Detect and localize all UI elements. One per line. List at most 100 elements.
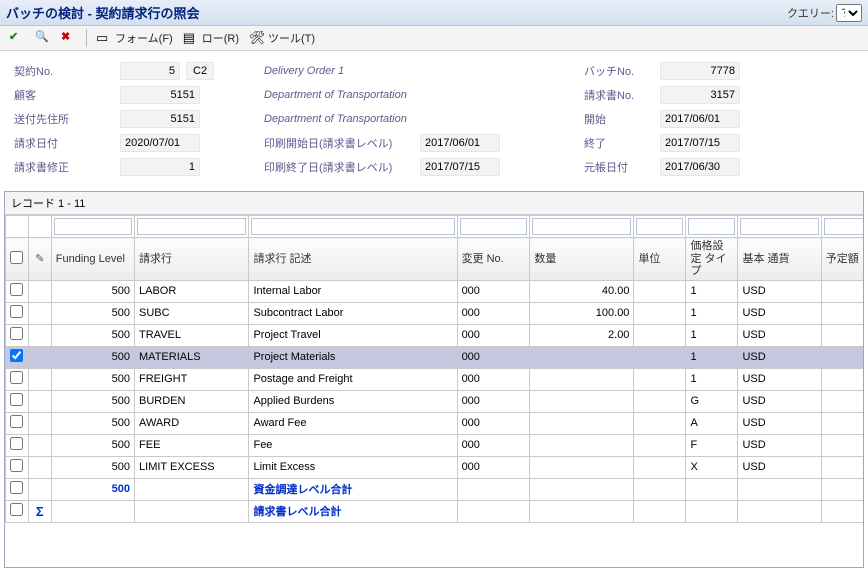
- table-row[interactable]: 500SUBCSubcontract Labor000100.001USD: [6, 302, 864, 324]
- invoice-total-row: Σ請求書レベル合計: [6, 500, 864, 522]
- row-checkbox[interactable]: [10, 349, 23, 362]
- sigma-icon: Σ: [36, 504, 44, 519]
- select-all-checkbox[interactable]: [10, 251, 23, 264]
- row-menu[interactable]: ▤ ロー(R): [180, 29, 242, 47]
- table-row[interactable]: 500FREIGHTPostage and Freight0001USD: [6, 368, 864, 390]
- filter-unit[interactable]: [636, 218, 683, 235]
- filter-qty[interactable]: [532, 218, 631, 235]
- title-bar: バッチの検討 - 契約請求行の照会 クエリー: す: [0, 0, 868, 26]
- cell-amt: [821, 368, 863, 390]
- funding-total-row: 500 資金調達レベル合計: [6, 478, 864, 500]
- cell-unit: [634, 368, 686, 390]
- gl-date-label: 元帳日付: [584, 159, 654, 175]
- table-row[interactable]: 500BURDENApplied Burdens000GUSD: [6, 390, 864, 412]
- cell-line: LIMIT EXCESS: [135, 456, 249, 478]
- row-checkbox[interactable]: [10, 305, 23, 318]
- cell-qty: 2.00: [530, 324, 634, 346]
- form-menu[interactable]: ▭ フォーム(F): [93, 29, 176, 47]
- row-checkbox[interactable]: [10, 371, 23, 384]
- shipto-value[interactable]: 5151: [120, 110, 200, 128]
- table-row[interactable]: 500LABORInternal Labor00040.001USD: [6, 280, 864, 302]
- cell-funding: 500: [51, 346, 134, 368]
- records-bar: レコード 1 - 11: [5, 192, 863, 215]
- contract-tag: C2: [186, 62, 214, 80]
- query-select[interactable]: す: [836, 4, 862, 22]
- gl-date-value[interactable]: 2017/06/30: [660, 158, 740, 176]
- row-checkbox[interactable]: [10, 415, 23, 428]
- filter-funding[interactable]: [54, 218, 132, 235]
- table-row[interactable]: 500LIMIT EXCESSLimit Excess000XUSD: [6, 456, 864, 478]
- cell-funding: 500: [51, 478, 134, 500]
- cell-cur: USD: [738, 280, 821, 302]
- filter-ptype[interactable]: [688, 218, 735, 235]
- tool-menu[interactable]: 🛠 ツール(T): [246, 29, 318, 47]
- h-desc[interactable]: 請求行 記述: [249, 238, 457, 281]
- cell-desc: Postage and Freight: [249, 368, 457, 390]
- docno-value[interactable]: 3157: [660, 86, 740, 104]
- ok-button[interactable]: ✔: [6, 29, 28, 47]
- cell-ptype: 1: [686, 324, 738, 346]
- filter-line[interactable]: [137, 218, 246, 235]
- h-funding[interactable]: Funding Level: [51, 238, 134, 281]
- cell-desc: Fee: [249, 434, 457, 456]
- docno-label: 請求書No.: [584, 87, 654, 103]
- cell-funding: 500: [51, 412, 134, 434]
- find-button[interactable]: 🔍: [32, 29, 54, 47]
- inv-adj-value[interactable]: 1: [120, 158, 200, 176]
- batch-no-value[interactable]: 7778: [660, 62, 740, 80]
- row-checkbox[interactable]: [10, 503, 23, 516]
- cell-ptype: 1: [686, 346, 738, 368]
- cell-amt: [821, 412, 863, 434]
- cell-funding: 500: [51, 456, 134, 478]
- h-line[interactable]: 請求行: [135, 238, 249, 281]
- table-row[interactable]: 500FEEFee000FUSD: [6, 434, 864, 456]
- h-qty[interactable]: 数量: [530, 238, 634, 281]
- table-row[interactable]: 500AWARD Award Fee000AUSD: [6, 412, 864, 434]
- row-checkbox[interactable]: [10, 393, 23, 406]
- row-checkbox[interactable]: [10, 327, 23, 340]
- filter-desc[interactable]: [251, 218, 454, 235]
- pencil-icon: ✎: [35, 253, 44, 265]
- invdate-value[interactable]: 2020/07/01: [120, 134, 200, 152]
- filter-chg[interactable]: [460, 218, 528, 235]
- grid-scroll[interactable]: ✎ Funding Level 請求行 請求行 記述 変更 No. 数量 単位 …: [5, 215, 863, 567]
- print-from-value[interactable]: 2017/06/01: [420, 134, 500, 152]
- cell-cur: USD: [738, 302, 821, 324]
- h-cur[interactable]: 基本 通貨: [738, 238, 821, 281]
- end-value[interactable]: 2017/07/15: [660, 134, 740, 152]
- row-checkbox[interactable]: [10, 283, 23, 296]
- filter-row: [6, 216, 864, 238]
- cell-unit: [634, 346, 686, 368]
- cell-qty: [530, 412, 634, 434]
- filter-cur[interactable]: [740, 218, 818, 235]
- h-chg[interactable]: 変更 No.: [457, 238, 530, 281]
- tool-icon: 🛠: [249, 30, 265, 46]
- print-to-value[interactable]: 2017/07/15: [420, 158, 500, 176]
- row-checkbox[interactable]: [10, 459, 23, 472]
- h-ptype[interactable]: 価格設 定 タイプ: [686, 238, 738, 281]
- funding-total-desc: 資金調達レベル合計: [249, 478, 457, 500]
- cell-amt: [821, 456, 863, 478]
- cell-ptype: A: [686, 412, 738, 434]
- cancel-button[interactable]: ✖: [58, 29, 80, 47]
- cell-qty: [530, 456, 634, 478]
- table-row[interactable]: 500MATERIALSProject Materials0001USD: [6, 346, 864, 368]
- h-unit[interactable]: 単位: [634, 238, 686, 281]
- cell-chg: 000: [457, 368, 530, 390]
- row-checkbox[interactable]: [10, 437, 23, 450]
- filter-amt[interactable]: [824, 218, 863, 235]
- cell-funding: 500: [51, 390, 134, 412]
- open-value[interactable]: 2017/06/01: [660, 110, 740, 128]
- x-icon: ✖: [61, 30, 77, 46]
- print-to-label: 印刷終了日(請求書レベル): [264, 159, 414, 175]
- cell-chg: 000: [457, 346, 530, 368]
- row-checkbox[interactable]: [10, 481, 23, 494]
- cell-funding: 500: [51, 302, 134, 324]
- customer-value[interactable]: 5151: [120, 86, 200, 104]
- table-row[interactable]: 500TRAVELProject Travel0002.001USD: [6, 324, 864, 346]
- contract-no-value[interactable]: 5: [120, 62, 180, 80]
- cell-funding: 500: [51, 324, 134, 346]
- cell-chg: 000: [457, 412, 530, 434]
- h-amt[interactable]: 予定額: [821, 238, 863, 281]
- cell-cur: USD: [738, 390, 821, 412]
